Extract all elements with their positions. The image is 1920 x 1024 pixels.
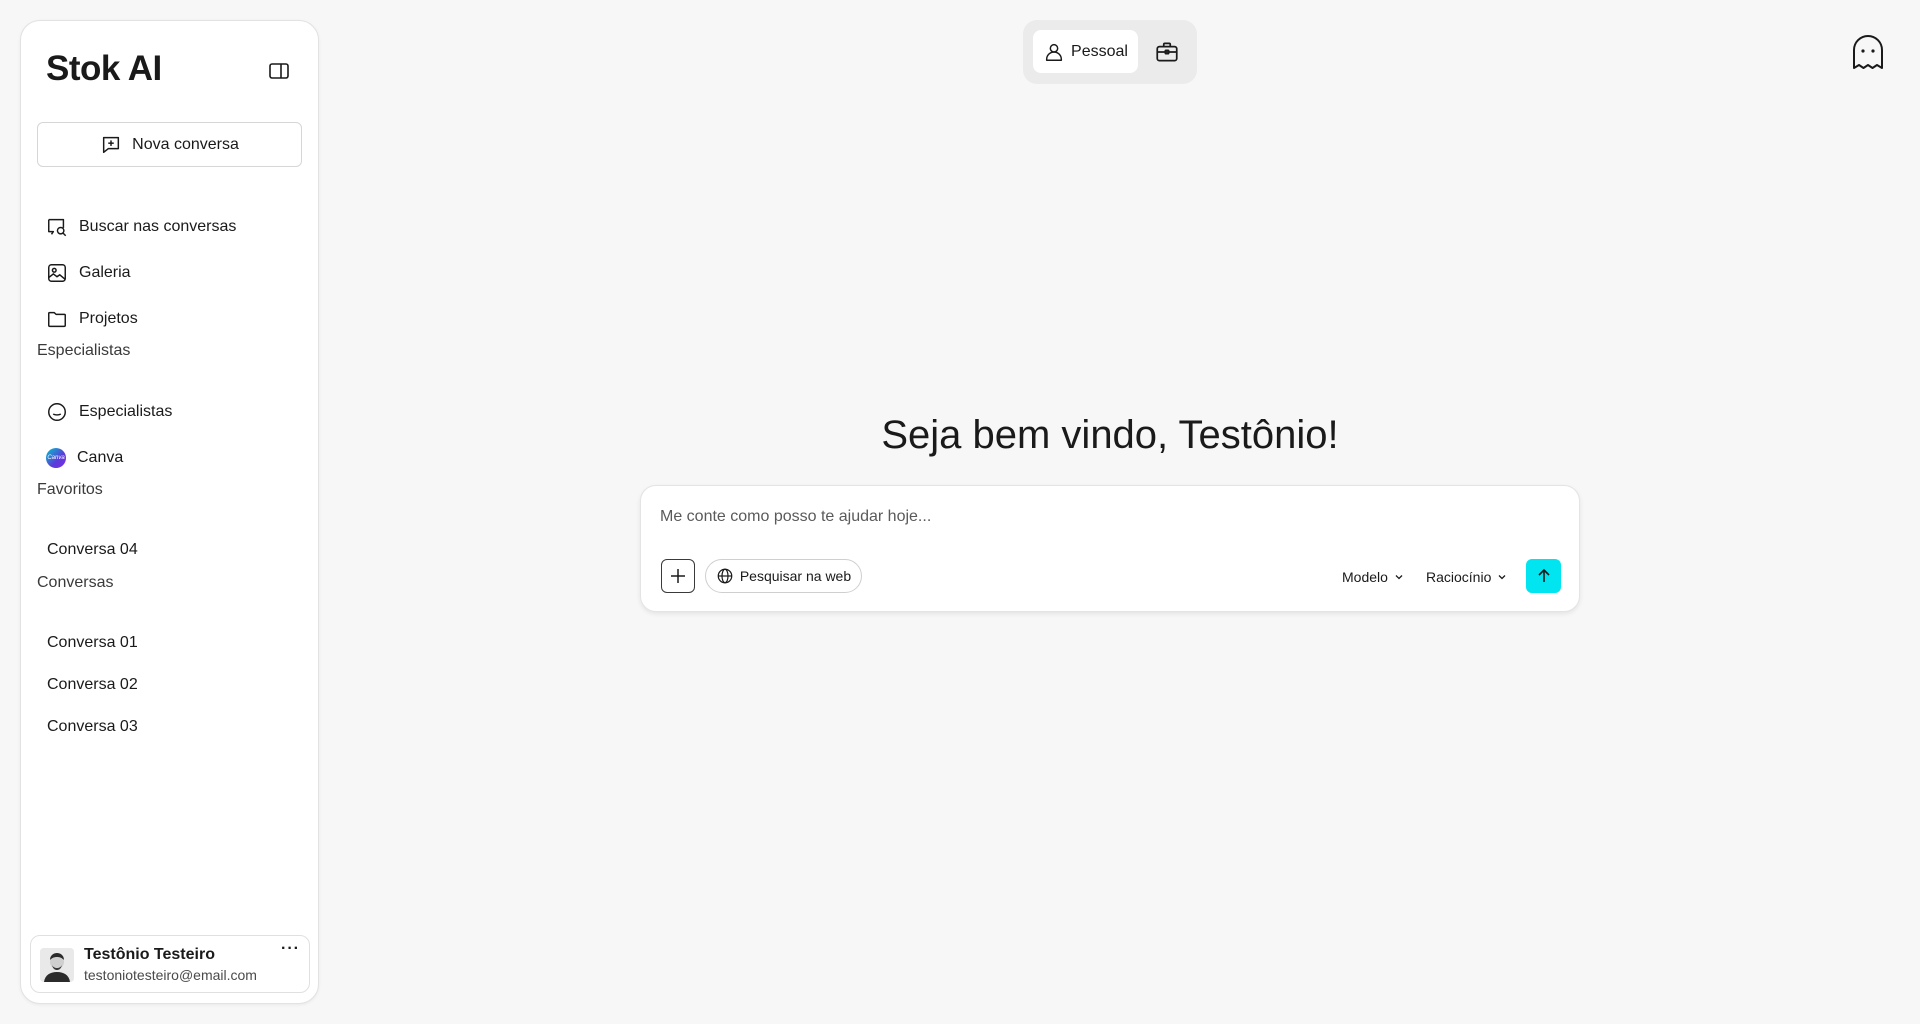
nav-gallery[interactable]: Galeria <box>37 254 302 292</box>
conversation-item[interactable]: Conversa 01 <box>37 626 302 660</box>
chevron-down-icon <box>1395 575 1403 580</box>
chat-composer: Pesquisar na web Modelo Raciocínio <box>640 485 1580 612</box>
conversation-item[interactable]: Conversa 03 <box>37 710 302 744</box>
new-chat-label: Nova conversa <box>132 135 239 153</box>
collapse-sidebar-button[interactable] <box>261 53 297 89</box>
mode-personal-label: Pessoal <box>1071 42 1128 60</box>
reasoning-select[interactable]: Raciocínio <box>1426 566 1507 588</box>
sidebar-toggle-icon <box>269 63 289 79</box>
plus-icon <box>671 569 685 583</box>
web-search-toggle[interactable]: Pesquisar na web <box>705 559 862 593</box>
conversation-item[interactable]: Conversa 02 <box>37 668 302 702</box>
send-button[interactable] <box>1526 559 1561 593</box>
brand-logo-text: Stok AI <box>46 49 162 88</box>
user-menu-button[interactable]: ··· <box>281 940 300 958</box>
nav-canva-label: Canva <box>77 449 124 466</box>
model-select-label: Modelo <box>1342 569 1388 585</box>
nav-specialists-label: Especialistas <box>79 403 173 420</box>
reasoning-select-label: Raciocínio <box>1426 569 1492 585</box>
nav-search-chats[interactable]: Buscar nas conversas <box>37 208 302 246</box>
user-name: Testônio Testeiro <box>84 946 215 963</box>
favorite-conversation-item[interactable]: Conversa 04 <box>37 533 302 567</box>
sidebar: Stok AI Nova conversa Buscar nas convers… <box>20 20 319 1004</box>
avatar <box>40 948 74 982</box>
user-profile-card[interactable]: Testônio Testeiro testoniotesteiro@email… <box>30 935 310 993</box>
new-chat-button[interactable]: Nova conversa <box>37 122 302 167</box>
nav-projects[interactable]: Projetos <box>37 300 302 338</box>
canva-icon: Canva <box>46 448 66 468</box>
model-select[interactable]: Modelo <box>1342 566 1404 588</box>
smiley-icon <box>48 403 66 421</box>
web-search-label: Pesquisar na web <box>739 568 852 584</box>
specialists-section-title: Especialistas <box>37 342 131 359</box>
attach-button[interactable] <box>661 559 695 593</box>
nav-specialists[interactable]: Especialistas <box>37 393 302 431</box>
globe-icon <box>717 568 733 584</box>
gallery-icon <box>48 264 66 282</box>
nav-canva[interactable]: Canva Canva <box>37 439 302 477</box>
incognito-ghost-button[interactable] <box>1849 32 1887 72</box>
ghost-icon <box>1853 35 1883 69</box>
chevron-down-icon <box>1498 575 1506 580</box>
mode-work-tab[interactable] <box>1147 30 1187 73</box>
nav-projects-label: Projetos <box>79 310 138 327</box>
new-chat-icon <box>103 136 120 153</box>
search-chat-icon <box>48 218 67 237</box>
user-email: testoniotesteiro@email.com <box>84 967 257 983</box>
conversations-section-title: Conversas <box>37 574 114 591</box>
arrow-up-icon <box>1537 568 1550 582</box>
workspace-mode-switch: Pessoal <box>1023 20 1197 84</box>
welcome-heading: Seja bem vindo, Testônio! <box>881 413 1339 457</box>
folder-icon <box>48 311 66 328</box>
nav-search-chats-label: Buscar nas conversas <box>79 218 237 235</box>
user-icon <box>1045 43 1063 61</box>
favorites-section-title: Favoritos <box>37 481 103 498</box>
mode-personal-tab[interactable]: Pessoal <box>1033 30 1138 73</box>
nav-gallery-label: Galeria <box>79 264 131 281</box>
briefcase-icon <box>1156 41 1178 62</box>
chat-input[interactable] <box>660 504 1540 530</box>
